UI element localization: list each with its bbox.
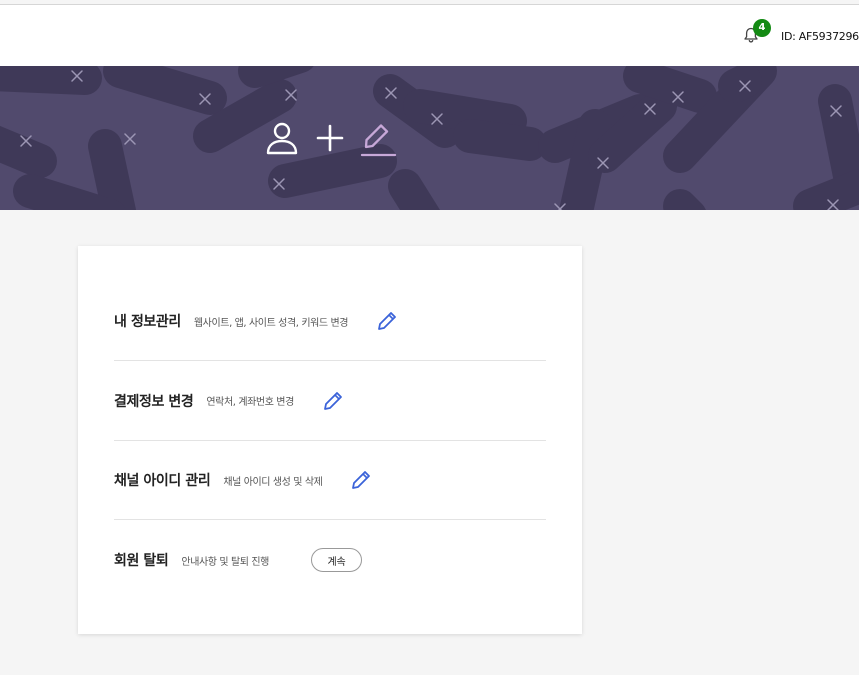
settings-row-channel: 채널 아이디 관리 채널 아이디 생성 및 삭제 xyxy=(114,441,546,519)
continue-button[interactable]: 계속 xyxy=(310,548,362,572)
pencil-icon xyxy=(324,391,342,410)
banner-icons xyxy=(266,122,397,157)
user-icon xyxy=(266,122,298,155)
notification-badge[interactable]: 4 xyxy=(753,19,771,37)
top-header xyxy=(0,5,859,66)
row-description: 연락처, 계좌번호 변경 xyxy=(206,397,294,408)
row-title: 내 정보관리 xyxy=(114,314,181,330)
edit-icon xyxy=(360,124,397,157)
user-id-label: ID: AF5937296 xyxy=(781,30,859,43)
hero-banner xyxy=(0,66,859,210)
row-title: 결제정보 변경 xyxy=(114,393,194,410)
edit-profile-button[interactable] xyxy=(376,310,398,332)
row-description: 안내사항 및 탈퇴 진행 xyxy=(181,556,269,568)
edit-channel-button[interactable] xyxy=(350,469,372,491)
pencil-icon xyxy=(378,312,397,330)
settings-row-profile: 내 정보관리 웹사이트, 앱, 사이트 성격, 키워드 변경 xyxy=(114,282,546,360)
settings-card: 내 정보관리 웹사이트, 앱, 사이트 성격, 키워드 변경 결제정보 변경 연… xyxy=(78,246,582,634)
row-description: 웹사이트, 앱, 사이트 성격, 키워드 변경 xyxy=(193,317,349,329)
pencil-icon xyxy=(352,471,371,489)
settings-row-withdraw: 회원 탈퇴 안내사항 및 탈퇴 진행 계속 xyxy=(114,520,546,600)
row-description: 채널 아이디 생성 및 삭제 xyxy=(223,476,323,488)
row-title: 회원 탈퇴 xyxy=(114,553,169,569)
banner-pattern xyxy=(0,66,859,210)
edit-payment-button[interactable] xyxy=(322,390,344,412)
plus-icon xyxy=(316,124,344,152)
settings-row-payment: 결제정보 변경 연락처, 계좌번호 변경 xyxy=(114,361,546,440)
row-title: 채널 아이디 관리 xyxy=(114,473,211,489)
